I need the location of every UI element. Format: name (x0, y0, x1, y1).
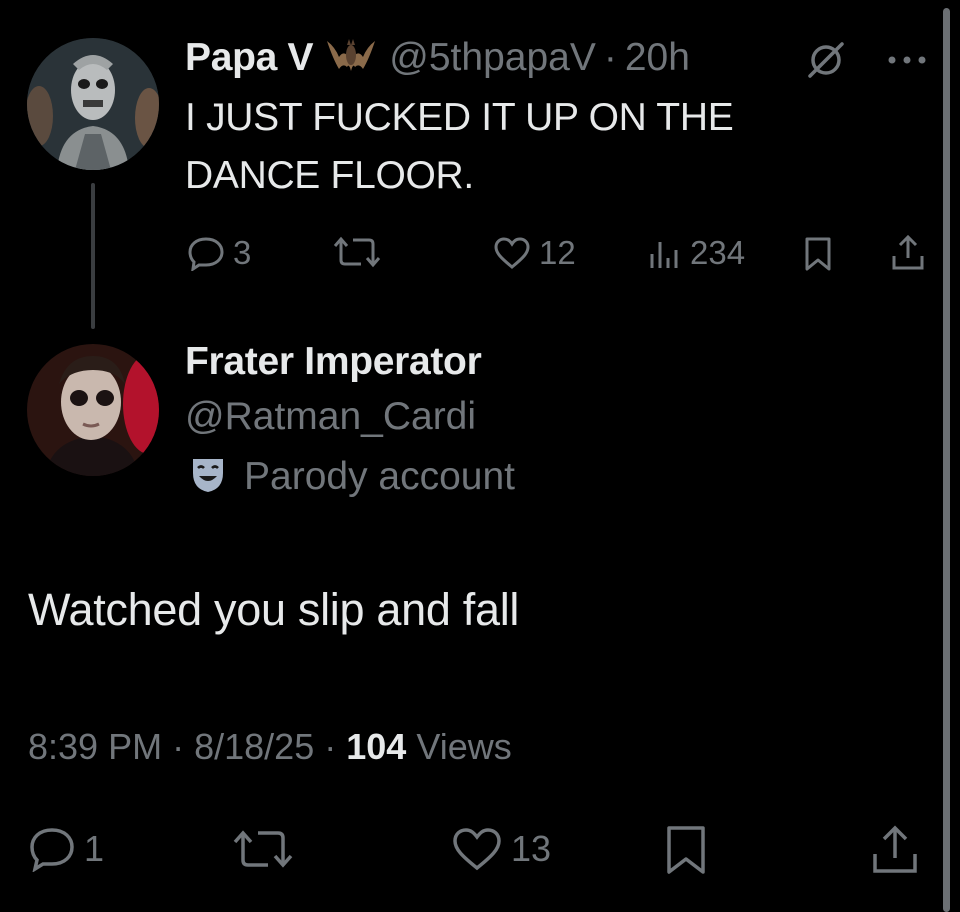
bookmark-icon[interactable] (803, 236, 833, 277)
share-icon[interactable] (890, 234, 926, 277)
views-count: 104 (346, 726, 407, 767)
parody-label: Parody account (190, 455, 515, 499)
bat-icon (325, 33, 377, 82)
reply-author-handle[interactable]: @Ratman_Cardi (185, 395, 476, 439)
more-options-icon[interactable] (886, 53, 928, 71)
tweet-meta: 8:39 PM · 8/18/25 · 104 Views (28, 726, 512, 768)
like-count: 12 (539, 234, 576, 271)
tweet-time[interactable]: 20h (625, 36, 690, 80)
reply-tweet-text: Watched you slip and fall (28, 584, 520, 635)
thread-connector-line (91, 183, 95, 329)
parent-tweet-header: Papa V @5thpapaV · 20h (185, 33, 690, 82)
parody-label-text: Parody account (244, 455, 516, 498)
retweet-icon (232, 826, 294, 872)
views-label: Views (416, 726, 512, 767)
author-handle[interactable]: @5thpapaV (389, 36, 596, 80)
parent-tweet-text: I JUST FUCKED IT UP ON THE DANCE FLOOR. (185, 89, 734, 205)
heart-icon (493, 236, 531, 270)
views-button[interactable]: 234 (648, 234, 745, 272)
view-count: 234 (690, 234, 746, 271)
avatar-papa-v[interactable] (27, 38, 159, 170)
reply-author-name[interactable]: Frater Imperator (185, 340, 482, 384)
retweet-button[interactable] (232, 826, 294, 872)
like-button[interactable]: 12 (493, 234, 576, 272)
author-name[interactable]: Papa V (185, 36, 314, 80)
reply-button[interactable]: 3 (187, 234, 251, 272)
reply-count: 1 (84, 828, 105, 869)
tweet-date[interactable]: 8/18/25 (194, 726, 314, 767)
heart-icon (451, 826, 503, 872)
tweet-text-line-1: I JUST FUCKED IT UP ON THE (185, 96, 734, 139)
reply-icon (28, 826, 76, 872)
dot-separator: · (324, 726, 337, 767)
scrollbar[interactable] (943, 8, 950, 912)
like-button[interactable]: 13 (451, 826, 551, 872)
reply-count: 3 (233, 234, 252, 271)
dot-separator: · (172, 726, 185, 767)
analytics-bars-icon (648, 236, 682, 270)
tweet-text-line-2: DANCE FLOOR. (185, 154, 474, 197)
retweet-icon (333, 234, 381, 270)
retweet-button[interactable] (333, 234, 381, 270)
theater-mask-icon (190, 456, 226, 499)
avatar-frater-imperator[interactable] (27, 344, 159, 476)
like-count: 13 (511, 828, 552, 869)
reply-button[interactable]: 1 (28, 826, 104, 872)
no-symbol-icon (806, 40, 846, 85)
reply-icon (187, 235, 225, 271)
bookmark-icon[interactable] (664, 824, 708, 881)
dot-separator: · (603, 35, 617, 79)
share-icon[interactable] (870, 824, 920, 881)
tweet-timestamp[interactable]: 8:39 PM (28, 726, 162, 767)
